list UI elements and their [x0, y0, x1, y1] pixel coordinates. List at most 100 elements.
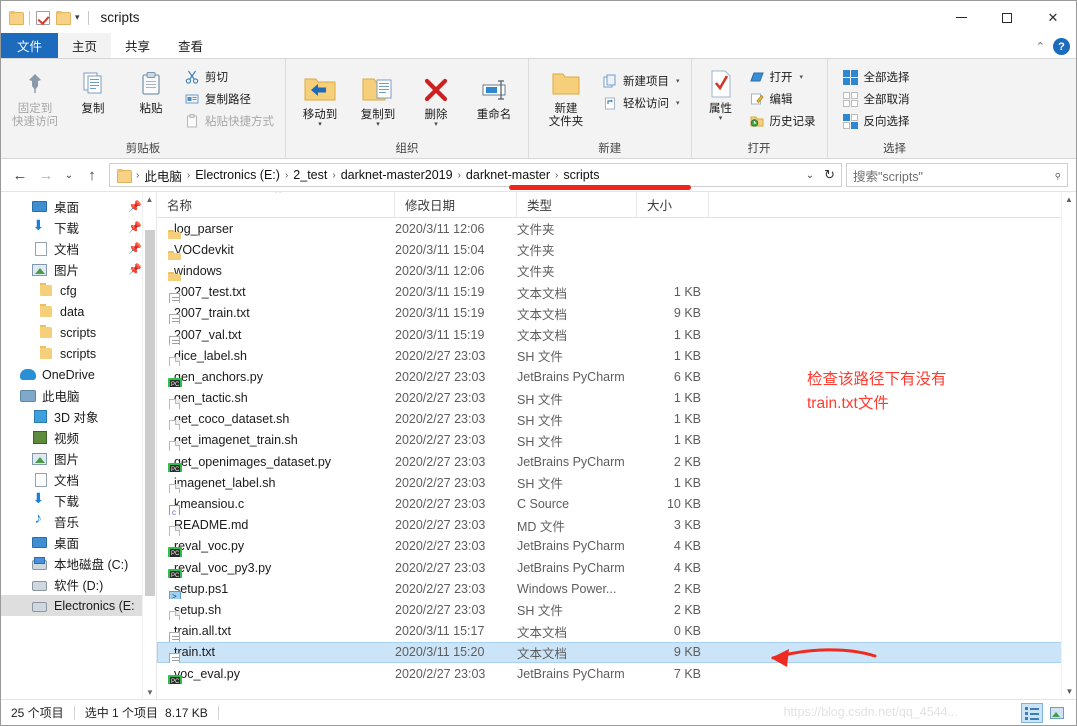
sidebar-item-桌面[interactable]: 桌面	[1, 532, 156, 553]
recent-locations-button[interactable]: ⌄	[59, 162, 79, 188]
table-row[interactable]: 2007_val.txt 2020/3/11 15:19 文本文档 1 KB	[157, 324, 1076, 346]
column-header-date[interactable]: 修改日期	[395, 192, 517, 218]
scroll-down-icon[interactable]: ▼	[143, 685, 156, 699]
tab-file[interactable]: 文件	[1, 33, 59, 58]
table-row[interactable]: gen_anchors.py 2020/2/27 23:03 JetBrains P…	[157, 366, 1076, 388]
tab-view[interactable]: 查看	[164, 33, 217, 58]
sidebar-item-此电脑[interactable]: 此电脑	[1, 385, 156, 406]
delete-button[interactable]: 删除 ▾	[408, 69, 464, 128]
table-row[interactable]: gen_tactic.sh 2020/2/27 23:03 SH 文件 1 KB	[157, 388, 1076, 409]
scroll-up-icon[interactable]: ▲	[1062, 192, 1076, 207]
table-row[interactable]: windows 2020/3/11 12:06 文件夹	[157, 260, 1076, 282]
address-bar[interactable]: › 此电脑 › Electronics (E:) › 2_test › dark…	[109, 163, 842, 187]
properties-quick-icon[interactable]	[36, 10, 50, 25]
table-row[interactable]: voc_eval.py 2020/2/27 23:03 JetBrains PyCh…	[157, 663, 1076, 685]
easy-access-button[interactable]: 轻松访问 ▾	[599, 92, 685, 114]
sidebar-item-文档[interactable]: 文档 📌	[1, 238, 156, 259]
breadcrumb-item-darknet-master2019[interactable]: darknet-master2019	[337, 167, 457, 183]
collapse-ribbon-icon[interactable]: ⌃	[1036, 40, 1045, 53]
chevron-down-icon[interactable]: ▾	[719, 115, 723, 122]
column-header-size[interactable]: 大小	[637, 192, 709, 218]
sidebar-item-下载[interactable]: 下载 📌	[1, 217, 156, 238]
sidebar-item-本地磁盘c[interactable]: 本地磁盘 (C:)	[1, 553, 156, 574]
select-all-button[interactable]: 全部选择	[840, 66, 915, 88]
sidebar-item-cfg[interactable]: cfg	[1, 280, 156, 301]
table-row[interactable]: 2007_train.txt 2020/3/11 15:19 文本文档 9 KB	[157, 303, 1076, 324]
new-folder-button[interactable]: 新建 文件夹	[535, 63, 597, 129]
table-row[interactable]: get_openimages_dataset.py 2020/2/27 23:03…	[157, 451, 1076, 473]
breadcrumb-item-2-test[interactable]: 2_test	[289, 167, 331, 183]
sidebar-item-scripts[interactable]: scripts	[1, 343, 156, 364]
new-folder-quick-icon[interactable]	[56, 11, 71, 25]
table-row[interactable]: train.txt 2020/3/11 15:20 文本文档 9 KB	[157, 641, 1076, 663]
table-row[interactable]: kmeansiou.c 2020/2/27 23:03 C Source 10 KB	[157, 493, 1076, 515]
properties-button[interactable]: 属性 ▾	[698, 63, 744, 122]
tab-home[interactable]: 主页	[58, 33, 112, 58]
breadcrumb-item-electronics[interactable]: Electronics (E:)	[191, 167, 284, 183]
column-header-name[interactable]: 名称	[157, 192, 395, 218]
history-button[interactable]: 历史记录	[746, 110, 821, 132]
cut-button[interactable]: 剪切	[181, 66, 279, 88]
table-row[interactable]: reval_voc_py3.py 2020/2/27 23:03 JetBrains…	[157, 557, 1076, 579]
table-row[interactable]: reval_voc.py 2020/2/27 23:03 JetBrains PyC…	[157, 536, 1076, 557]
paste-button[interactable]: 粘贴	[123, 63, 179, 116]
pin-icon[interactable]: 📌	[128, 263, 142, 276]
thumbnail-view-button[interactable]	[1046, 703, 1068, 723]
maximize-button[interactable]	[984, 1, 1030, 34]
pin-icon[interactable]: 📌	[128, 242, 142, 255]
forward-button[interactable]: →	[33, 162, 59, 188]
new-item-button[interactable]: 新建项目 ▾	[599, 70, 685, 92]
pin-icon[interactable]: 📌	[128, 200, 142, 213]
sidebar-item-onedrive[interactable]: OneDrive	[1, 364, 156, 385]
details-view-button[interactable]	[1021, 703, 1043, 723]
table-row[interactable]: VOCdevkit 2020/3/11 15:04 文件夹	[157, 239, 1076, 261]
table-row[interactable]: README.md 2020/2/27 23:03 MD 文件 3 KB	[157, 515, 1076, 536]
up-button[interactable]: ↑	[79, 162, 105, 188]
search-input[interactable]: 搜索"scripts" ⌕	[846, 163, 1068, 187]
table-row[interactable]: train.all.txt 2020/3/11 15:17 文本文档 0 KB	[157, 621, 1076, 642]
sidebar-item-桌面[interactable]: 桌面 📌	[1, 196, 156, 217]
refresh-icon[interactable]: ↻	[820, 167, 839, 183]
table-row[interactable]: get_coco_dataset.sh 2020/2/27 23:03 SH 文件 1…	[157, 409, 1076, 430]
table-row[interactable]: get_imagenet_train.sh 2020/2/27 23:03 SH 文…	[157, 430, 1076, 451]
pin-to-quick-access-button[interactable]: 固定到 快速访问	[7, 63, 63, 129]
column-header-type[interactable]: 类型	[517, 192, 637, 218]
scroll-up-icon[interactable]: ▲	[143, 192, 156, 206]
sidebar-item-文档[interactable]: 文档	[1, 469, 156, 490]
open-button[interactable]: 打开 ▾	[746, 66, 821, 88]
minimize-button[interactable]	[938, 1, 984, 34]
breadcrumb-item-darknet-master[interactable]: darknet-master	[462, 167, 554, 183]
breadcrumb-item-this-pc[interactable]: 此电脑	[140, 165, 186, 186]
sidebar-item-图片[interactable]: 图片	[1, 448, 156, 469]
file-list-scrollbar[interactable]: ▲ ▼	[1061, 192, 1076, 699]
chevron-down-icon[interactable]: ▾	[376, 121, 380, 128]
sidebar-item-下载[interactable]: 下载	[1, 490, 156, 511]
copy-to-button[interactable]: 复制到 ▾	[350, 69, 406, 128]
breadcrumb-item-scripts[interactable]: scripts	[559, 167, 603, 183]
chevron-down-icon[interactable]: ▾	[434, 121, 438, 128]
sidebar-item-视频[interactable]: 视频	[1, 427, 156, 448]
table-row[interactable]: log_parser 2020/3/11 12:06 文件夹	[157, 218, 1076, 240]
tab-share[interactable]: 共享	[111, 33, 164, 58]
sidebar-item-electronicse[interactable]: Electronics (E:	[1, 595, 156, 616]
sidebar-item-图片[interactable]: 图片 📌	[1, 259, 156, 280]
sidebar-item-软件d[interactable]: 软件 (D:)	[1, 574, 156, 595]
move-to-button[interactable]: 移动到 ▾	[292, 69, 348, 128]
select-none-button[interactable]: 全部取消	[840, 88, 915, 110]
help-icon[interactable]: ?	[1053, 38, 1070, 55]
invert-selection-button[interactable]: 反向选择	[840, 110, 915, 132]
chevron-down-icon[interactable]: ▾	[800, 73, 804, 81]
chevron-down-icon[interactable]: ⌄	[802, 170, 818, 181]
table-row[interactable]: setup.ps1 2020/2/27 23:03 Windows Power...…	[157, 578, 1076, 600]
table-row[interactable]: dice_label.sh 2020/2/27 23:03 SH 文件 1 KB	[157, 345, 1076, 367]
copy-path-button[interactable]: 复制路径	[181, 88, 279, 110]
table-row[interactable]: imagenet_label.sh 2020/2/27 23:03 SH 文件 1 K…	[157, 472, 1076, 494]
sidebar-item-3d对象[interactable]: 3D 对象	[1, 406, 156, 427]
copy-button[interactable]: 复制	[65, 63, 121, 116]
rename-button[interactable]: 重命名	[466, 69, 522, 122]
chevron-down-icon[interactable]: ▾	[676, 99, 680, 107]
table-row[interactable]: 2007_test.txt 2020/3/11 15:19 文本文档 1 KB	[157, 282, 1076, 303]
sidebar-item-scripts[interactable]: scripts	[1, 322, 156, 343]
edit-button[interactable]: 编辑	[746, 88, 821, 110]
pin-icon[interactable]: 📌	[128, 221, 142, 234]
